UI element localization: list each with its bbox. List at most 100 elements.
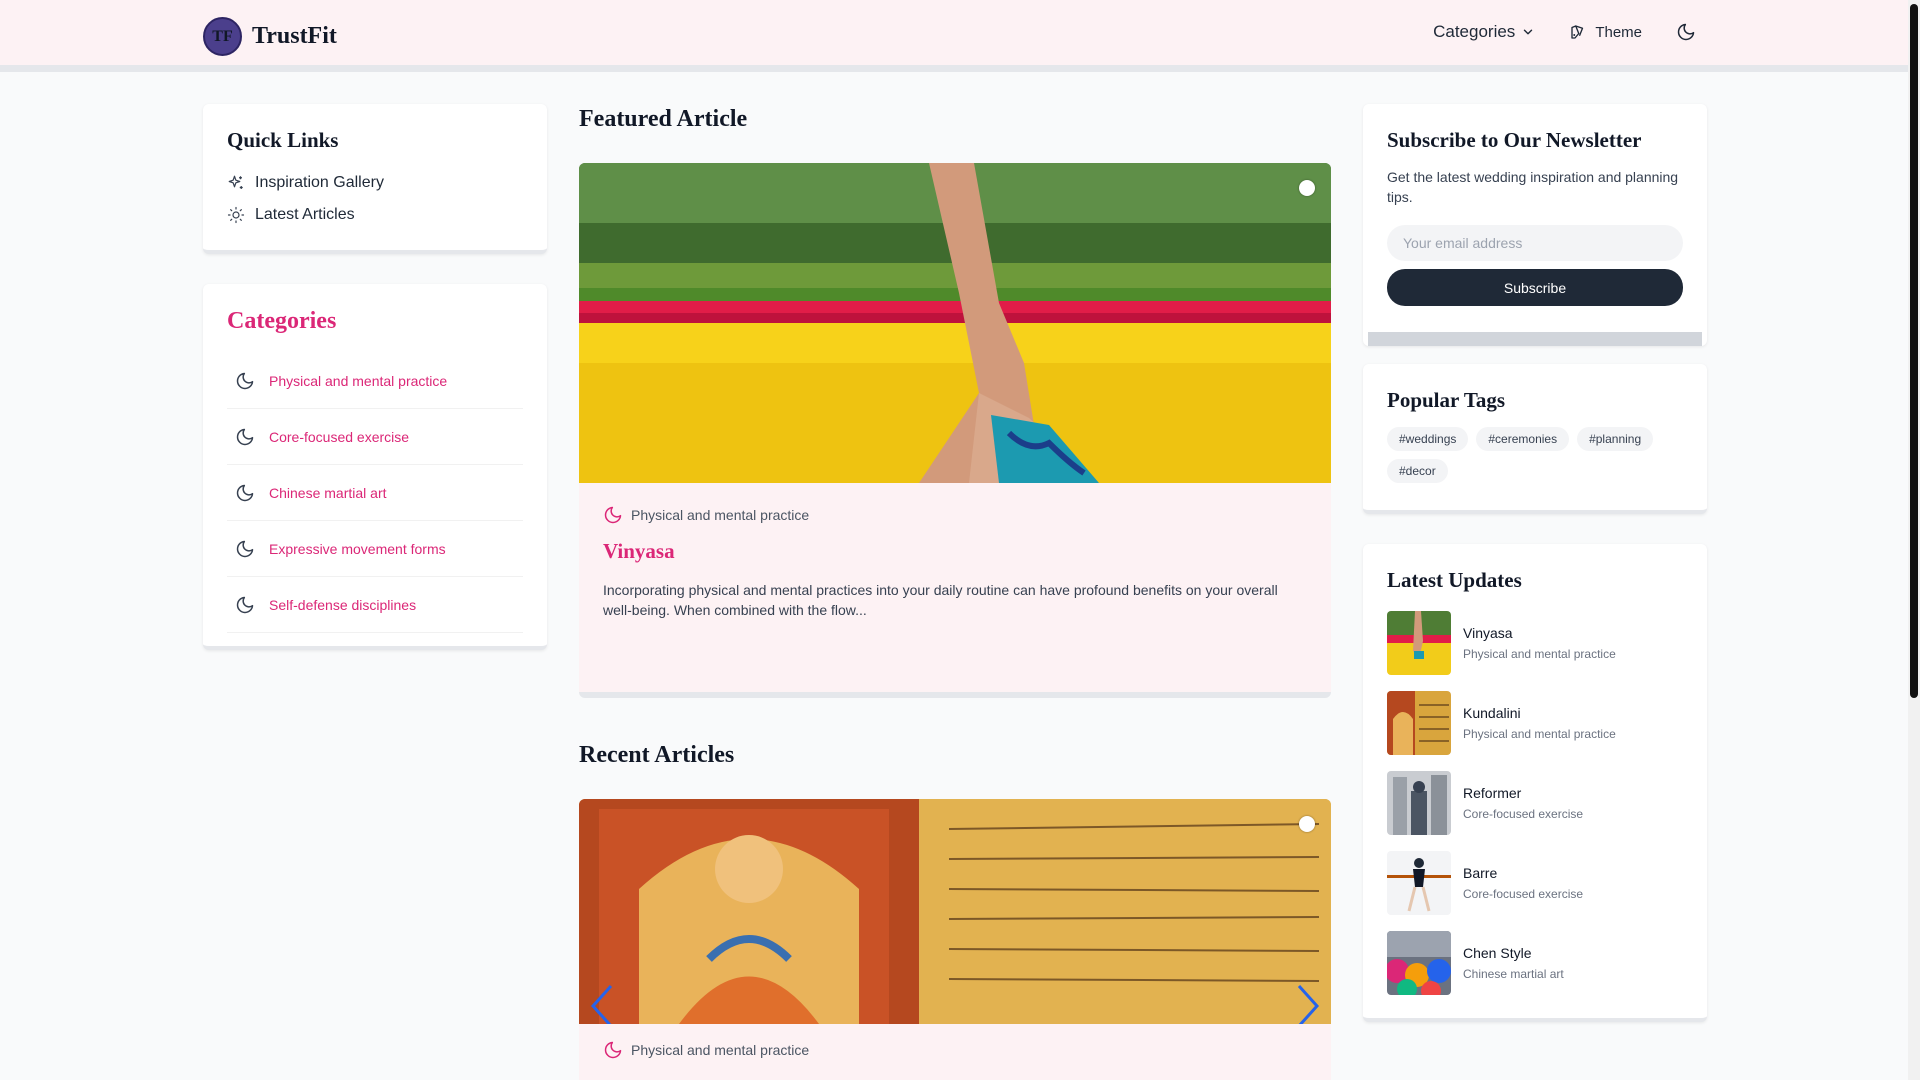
chevron-right-icon[interactable] xyxy=(1293,984,1321,1024)
sparkles-icon xyxy=(228,175,243,189)
update-item-chen-style[interactable]: Chen Style Chinese martial art xyxy=(1387,931,1683,995)
carousel-dot[interactable] xyxy=(1299,816,1315,832)
update-item-vinyasa[interactable]: Vinyasa Physical and mental practice xyxy=(1387,611,1683,675)
scrollbar-thumb[interactable] xyxy=(1910,4,1918,698)
update-thumbnail xyxy=(1387,611,1451,675)
nav-categories-label: Categories xyxy=(1433,22,1516,41)
quick-links-card: Quick Links Inspiration Gallery Latest A… xyxy=(203,104,547,254)
palette-icon xyxy=(1571,25,1584,39)
moon-icon xyxy=(603,505,623,525)
update-category: Physical and mental practice xyxy=(1463,727,1616,741)
featured-article-card[interactable]: Physical and mental practice Vinyasa Inc… xyxy=(579,163,1331,698)
category-label: Self-defense disciplines xyxy=(269,596,417,613)
latest-updates-title: Latest Updates xyxy=(1387,568,1522,592)
newsletter-title: Subscribe to Our Newsletter xyxy=(1387,128,1642,152)
category-physical-mental[interactable]: Physical and mental practice xyxy=(227,353,523,409)
chevron-left-icon[interactable] xyxy=(589,984,617,1024)
update-title: Kundalini xyxy=(1463,705,1521,721)
category-core-focused[interactable]: Core-focused exercise xyxy=(227,409,523,465)
update-category: Core-focused exercise xyxy=(1463,887,1584,901)
newsletter-description: Get the latest wedding inspiration and p… xyxy=(1387,169,1679,205)
tag-ceremonies[interactable]: #ceremonies xyxy=(1476,427,1570,451)
category-self-defense[interactable]: Self-defense disciplines xyxy=(227,577,523,633)
category-label: Physical and mental practice xyxy=(269,372,448,389)
newsletter-card: Subscribe to Our Newsletter Get the late… xyxy=(1363,104,1707,346)
sun-icon xyxy=(227,206,245,224)
quick-link-label: Inspiration Gallery xyxy=(255,174,384,191)
tag-decor[interactable]: #decor xyxy=(1387,459,1448,483)
update-thumbnail xyxy=(1387,931,1451,995)
tag-weddings[interactable]: #weddings xyxy=(1387,427,1469,451)
email-input[interactable] xyxy=(1387,225,1683,261)
moon-icon xyxy=(603,1040,623,1060)
site-logo[interactable]: TF TrustFit xyxy=(203,17,337,56)
moon-icon xyxy=(235,427,255,447)
update-category: Chinese martial art xyxy=(1463,967,1564,981)
popular-tags-card: Popular Tags #weddings #ceremonies #plan… xyxy=(1363,364,1707,514)
categories-title: Categories xyxy=(227,308,337,334)
category-label: Chinese martial art xyxy=(269,484,387,501)
quick-links-title: Quick Links xyxy=(227,128,339,152)
update-text: Chen Style Chinese martial art xyxy=(1463,945,1564,981)
recent-article-body: Physical and mental practice xyxy=(579,1024,1331,1080)
nav-categories-dropdown[interactable]: Categories xyxy=(1433,22,1535,42)
recent-article-category: Physical and mental practice xyxy=(603,1040,1307,1060)
article-category-label: Physical and mental practice xyxy=(631,507,810,523)
site-name: TrustFit xyxy=(252,23,337,49)
update-text: Reformer Core-focused exercise xyxy=(1463,785,1583,821)
category-label: Expressive movement forms xyxy=(269,540,446,557)
newsletter-bottom-bar xyxy=(1368,332,1702,346)
recent-image-art xyxy=(579,799,1331,1024)
update-title: Chen Style xyxy=(1463,945,1532,961)
categories-card: Categories Physical and mental practice … xyxy=(203,284,547,650)
update-thumbnail xyxy=(1387,771,1451,835)
update-title: Reformer xyxy=(1463,785,1522,801)
update-text: Vinyasa Physical and mental practice xyxy=(1463,625,1616,661)
category-expressive-movement[interactable]: Expressive movement forms xyxy=(227,521,523,577)
category-chinese-martial[interactable]: Chinese martial art xyxy=(227,465,523,521)
popular-tags-title: Popular Tags xyxy=(1387,388,1506,412)
recent-section-title: Recent Articles xyxy=(579,742,735,768)
logo-badge: TF xyxy=(203,17,242,56)
update-category: Core-focused exercise xyxy=(1463,807,1584,821)
tag-planning[interactable]: #planning xyxy=(1577,427,1654,451)
tag-list: #weddings #ceremonies #planning #decor xyxy=(1387,427,1683,483)
category-label: Core-focused exercise xyxy=(269,428,410,445)
recent-article-image[interactable] xyxy=(579,799,1331,1024)
moon-icon[interactable] xyxy=(1676,22,1696,42)
subscribe-button[interactable]: Subscribe xyxy=(1387,269,1683,306)
quick-link-inspiration-gallery[interactable]: Inspiration Gallery xyxy=(227,167,523,199)
update-thumbnail xyxy=(1387,691,1451,755)
update-text: Barre Core-focused exercise xyxy=(1463,865,1583,901)
page-scrollbar[interactable] xyxy=(1908,0,1920,1080)
top-header: TF TrustFit Categories Theme xyxy=(0,0,1908,72)
featured-article-image[interactable] xyxy=(579,163,1331,483)
theme-label: Theme xyxy=(1595,23,1642,41)
latest-updates-card: Latest Updates Vinyasa Physical and ment… xyxy=(1363,544,1707,1022)
moon-icon xyxy=(235,595,255,615)
update-thumbnail xyxy=(1387,851,1451,915)
chevron-down-icon xyxy=(1524,29,1533,35)
read-more-link[interactable]: Read More xyxy=(603,644,1307,660)
update-item-reformer[interactable]: Reformer Core-focused exercise xyxy=(1387,771,1683,835)
main-nav: Categories Theme xyxy=(1433,22,1696,42)
featured-image-art xyxy=(579,163,1331,483)
update-title: Barre xyxy=(1463,865,1498,881)
update-text: Kundalini Physical and mental practice xyxy=(1463,705,1616,741)
featured-article-description: Incorporating physical and mental practi… xyxy=(603,582,1278,618)
featured-article-category: Physical and mental practice xyxy=(603,505,1307,525)
quick-link-latest-articles[interactable]: Latest Articles xyxy=(227,199,523,231)
update-item-barre[interactable]: Barre Core-focused exercise xyxy=(1387,851,1683,915)
quick-link-label: Latest Articles xyxy=(255,206,355,223)
featured-article-body: Physical and mental practice Vinyasa Inc… xyxy=(579,483,1331,682)
recent-article-card[interactable]: Physical and mental practice xyxy=(579,799,1331,1080)
moon-icon xyxy=(235,371,255,391)
carousel-dot[interactable] xyxy=(1299,180,1315,196)
featured-article-title[interactable]: Vinyasa xyxy=(603,539,1307,564)
article-category-label: Physical and mental practice xyxy=(631,1042,810,1058)
featured-section-title: Featured Article xyxy=(579,106,748,132)
update-item-kundalini[interactable]: Kundalini Physical and mental practice xyxy=(1387,691,1683,755)
theme-button[interactable]: Theme xyxy=(1569,23,1642,41)
update-title: Vinyasa xyxy=(1463,625,1513,641)
update-category: Physical and mental practice xyxy=(1463,647,1616,661)
